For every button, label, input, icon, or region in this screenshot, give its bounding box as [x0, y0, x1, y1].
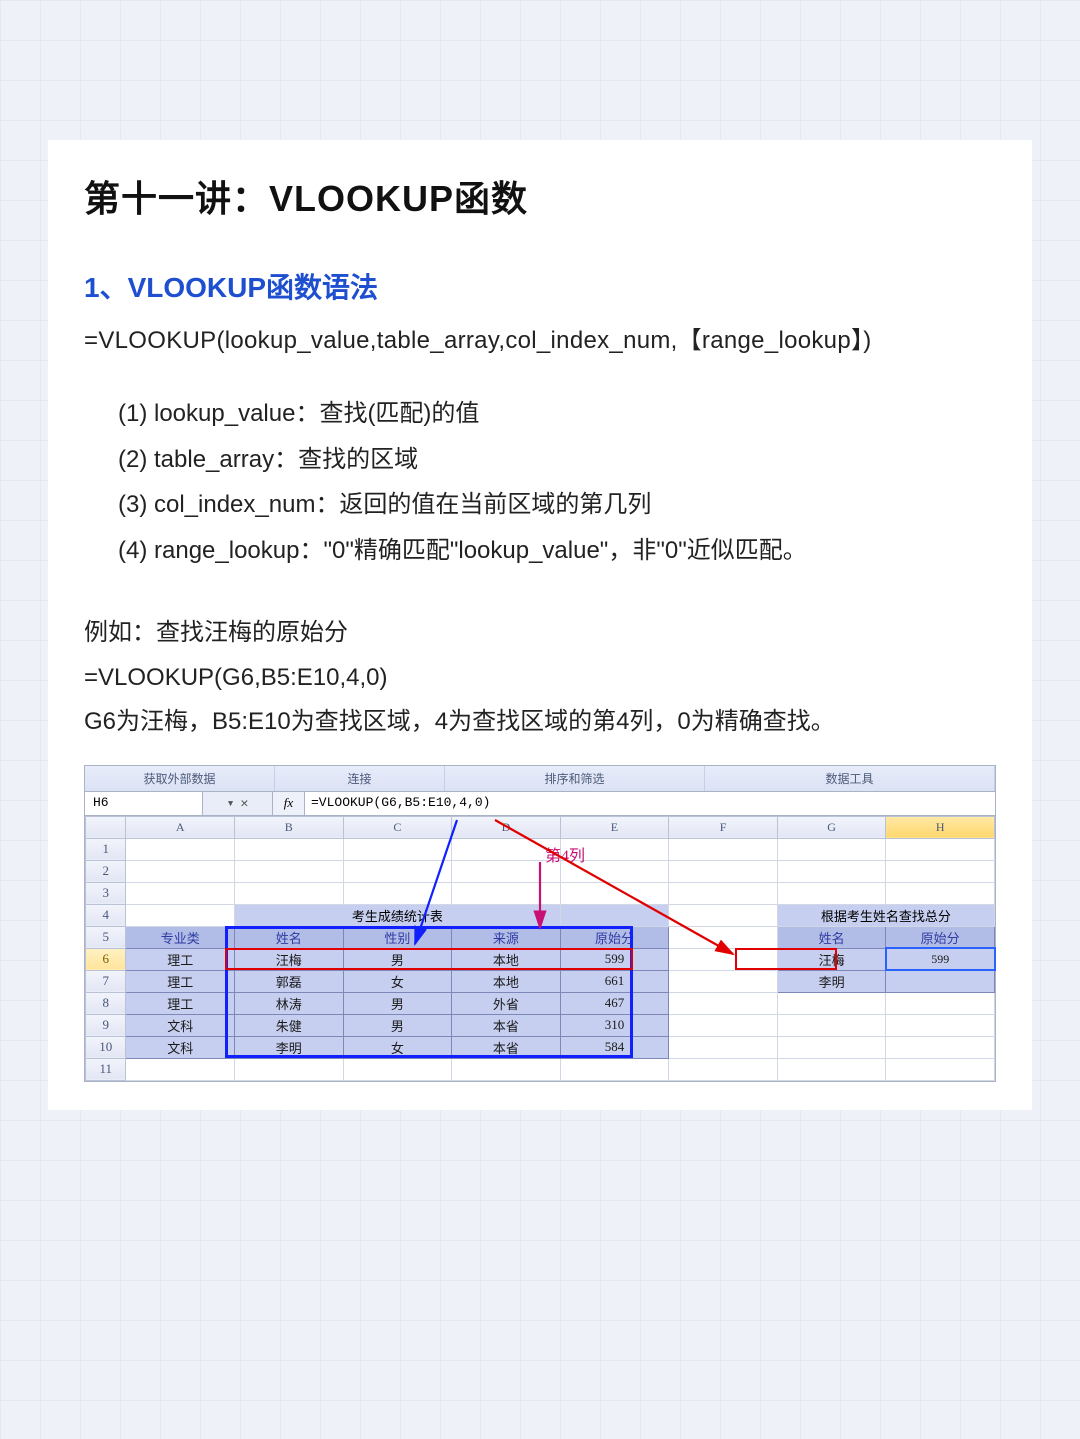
- col-D[interactable]: D: [452, 816, 561, 838]
- corner-cell[interactable]: [86, 816, 126, 838]
- t1-h0: 专业类: [126, 926, 235, 948]
- ribbon-grp-3: 排序和筛选: [445, 766, 705, 791]
- t1-h1: 姓名: [235, 926, 344, 948]
- syntax-line: =VLOOKUP(lookup_value,table_array,col_in…: [84, 320, 996, 355]
- row-4[interactable]: 4: [86, 904, 126, 926]
- dropdown-icon: ▾: [227, 796, 235, 811]
- row-1[interactable]: 1: [86, 838, 126, 860]
- t1-r4-A: 文科: [126, 1036, 235, 1058]
- ribbon-grp-4: 数据工具: [705, 766, 995, 791]
- example-l2: =VLOOKUP(G6,B5:E10,4,0): [84, 656, 996, 700]
- t1-r4-E: 584: [560, 1036, 669, 1058]
- col-E[interactable]: E: [560, 816, 669, 838]
- t1-r0-E: 599: [560, 948, 669, 970]
- t2-r1-H: [886, 970, 995, 992]
- table2-title: 根据考生姓名查找总分: [777, 904, 994, 926]
- formula-bar: H6 ▾ ✕ fx =VLOOKUP(G6,B5:E10,4,0): [85, 792, 995, 816]
- ribbon-grp-1: 获取外部数据: [85, 766, 275, 791]
- t1-r1-A: 理工: [126, 970, 235, 992]
- document-card: 第十一讲：VLOOKUP函数 1、VLOOKUP函数语法 =VLOOKUP(lo…: [48, 140, 1032, 1110]
- param-4: (4) range_lookup："0"精确匹配"lookup_value"，非…: [118, 528, 996, 574]
- t2-h1: 原始分: [886, 926, 995, 948]
- t1-r1-E: 661: [560, 970, 669, 992]
- t1-r0-C: 男: [343, 948, 452, 970]
- example-l3: G6为汪梅，B5:E10为查找区域，4为查找区域的第4列，0为精确查找。: [84, 700, 996, 744]
- t1-r2-A: 理工: [126, 992, 235, 1014]
- annotation-col4: 第4列: [545, 842, 585, 866]
- t1-h3: 来源: [452, 926, 561, 948]
- t2-r1-G: 李明: [777, 970, 886, 992]
- section-heading-1: 1、VLOOKUP函数语法: [84, 266, 996, 306]
- param-2: (2) table_array：查找的区域: [118, 437, 996, 483]
- row-2[interactable]: 2: [86, 860, 126, 882]
- col-G[interactable]: G: [777, 816, 886, 838]
- t1-r3-A: 文科: [126, 1014, 235, 1036]
- t1-r4-D: 本省: [452, 1036, 561, 1058]
- ribbon-grp-2: 连接: [275, 766, 445, 791]
- t2-r0-G: 汪梅: [777, 948, 886, 970]
- row-9[interactable]: 9: [86, 1014, 126, 1036]
- col-header-row: A B C D E F G H: [86, 816, 995, 838]
- col-C[interactable]: C: [343, 816, 452, 838]
- param-3: (3) col_index_num：返回的值在当前区域的第几列: [118, 482, 996, 528]
- t1-r2-D: 外省: [452, 992, 561, 1014]
- row-5[interactable]: 5: [86, 926, 126, 948]
- t1-r4-C: 女: [343, 1036, 452, 1058]
- t1-r2-B: 林涛: [235, 992, 344, 1014]
- fx-label[interactable]: fx: [273, 792, 305, 815]
- formula-bar-buttons[interactable]: ▾ ✕: [203, 792, 273, 815]
- row-10[interactable]: 10: [86, 1036, 126, 1058]
- formula-input[interactable]: =VLOOKUP(G6,B5:E10,4,0): [305, 792, 995, 815]
- fx-button-glyph: ✕: [241, 796, 249, 811]
- param-list: (1) lookup_value：查找(匹配)的值 (2) table_arra…: [84, 391, 996, 573]
- col-F[interactable]: F: [669, 816, 778, 838]
- row-7[interactable]: 7: [86, 970, 126, 992]
- name-box[interactable]: H6: [85, 792, 203, 815]
- t1-r2-C: 男: [343, 992, 452, 1014]
- col-H[interactable]: H: [886, 816, 995, 838]
- row-8[interactable]: 8: [86, 992, 126, 1014]
- t1-r2-E: 467: [560, 992, 669, 1014]
- row-6[interactable]: 6: [86, 948, 126, 970]
- t1-r1-D: 本地: [452, 970, 561, 992]
- page-title: 第十一讲：VLOOKUP函数: [84, 170, 996, 222]
- t1-r1-C: 女: [343, 970, 452, 992]
- table1-title: 考生成绩统计表: [235, 904, 561, 926]
- col-B[interactable]: B: [235, 816, 344, 838]
- t1-r4-B: 李明: [235, 1036, 344, 1058]
- t1-h4: 原始分: [560, 926, 669, 948]
- param-1: (1) lookup_value：查找(匹配)的值: [118, 391, 996, 437]
- row-11[interactable]: 11: [86, 1058, 126, 1080]
- t1-r0-B: 汪梅: [235, 948, 344, 970]
- spreadsheet[interactable]: A B C D E F G H 1 2 3: [85, 816, 995, 1081]
- t1-r0-A: 理工: [126, 948, 235, 970]
- col-A[interactable]: A: [126, 816, 235, 838]
- ribbon-row: 获取外部数据 连接 排序和筛选 数据工具: [85, 766, 995, 792]
- example-l1: 例如：查找汪梅的原始分: [84, 611, 996, 655]
- t1-r3-C: 男: [343, 1014, 452, 1036]
- t2-h0: 姓名: [777, 926, 886, 948]
- t1-r1-B: 郭磊: [235, 970, 344, 992]
- row-3[interactable]: 3: [86, 882, 126, 904]
- t1-r3-D: 本省: [452, 1014, 561, 1036]
- sheet-area: A B C D E F G H 1 2 3: [85, 816, 995, 1081]
- t1-h2: 性别: [343, 926, 452, 948]
- result-cell-H6[interactable]: 599: [886, 948, 995, 970]
- t1-r3-B: 朱健: [235, 1014, 344, 1036]
- t1-r3-E: 310: [560, 1014, 669, 1036]
- example-block: 例如：查找汪梅的原始分 =VLOOKUP(G6,B5:E10,4,0) G6为汪…: [84, 611, 996, 744]
- t1-r0-D: 本地: [452, 948, 561, 970]
- excel-screenshot: 获取外部数据 连接 排序和筛选 数据工具 H6 ▾ ✕ fx =VLOOKUP(…: [84, 765, 996, 1082]
